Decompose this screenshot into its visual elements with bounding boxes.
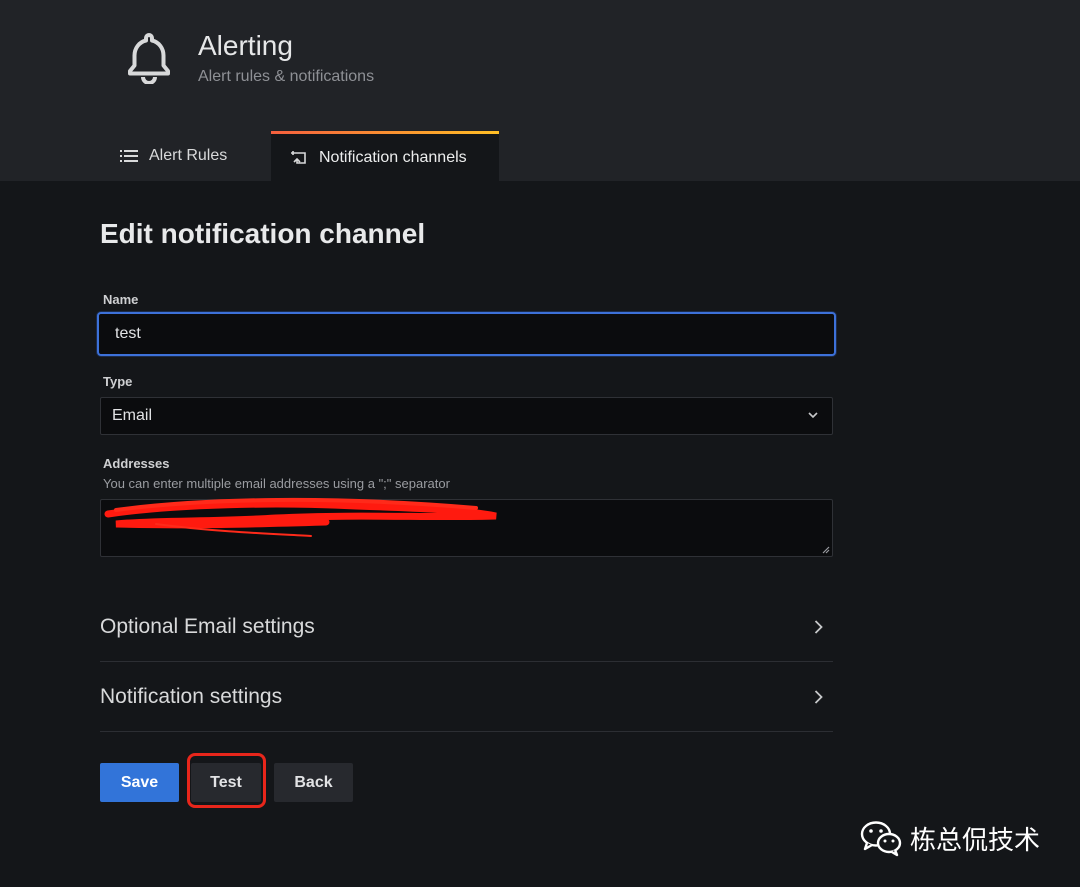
tab-label: Notification channels [319,148,467,166]
type-label: Type [103,374,133,389]
watermark-text: 栋总侃技术 [910,825,1041,856]
addresses-description: You can enter multiple email addresses u… [103,476,450,491]
section-label: Optional Email settings [100,615,315,638]
type-select[interactable]: Email [100,397,833,435]
tab-notification-channels[interactable]: Notification channels [271,131,499,181]
app-title: Alerting [198,30,293,61]
app-subtitle: Alert rules & notifications [198,68,375,85]
name-input[interactable] [97,312,836,356]
tab-label: Alert Rules [149,147,228,164]
notification-settings-section[interactable]: Notification settings [100,663,833,732]
watermark: 栋总侃技术 [860,816,1060,860]
page-header: Alerting Alert rules & notifications Ale… [0,0,1080,181]
notification-channel-icon [291,150,306,164]
chevron-right-icon [814,620,823,634]
bell-icon [128,33,170,84]
type-select-value: Email [112,407,153,424]
page-title: Edit notification channel [100,218,426,249]
resize-handle-icon[interactable] [822,546,830,554]
list-icon [120,150,138,162]
wechat-icon [860,821,902,857]
tab-alert-rules[interactable]: Alert Rules [120,131,227,181]
addresses-textarea[interactable] [100,499,833,557]
save-button[interactable]: Save [100,763,179,802]
addresses-label: Addresses [103,456,170,471]
chevron-right-icon [814,690,823,704]
back-button[interactable]: Back [274,763,353,802]
test-button[interactable]: Test [191,763,261,802]
section-label: Notification settings [100,685,283,708]
chevron-down-icon [808,412,818,419]
optional-email-settings-section[interactable]: Optional Email settings [100,593,833,662]
name-label: Name [103,292,139,307]
